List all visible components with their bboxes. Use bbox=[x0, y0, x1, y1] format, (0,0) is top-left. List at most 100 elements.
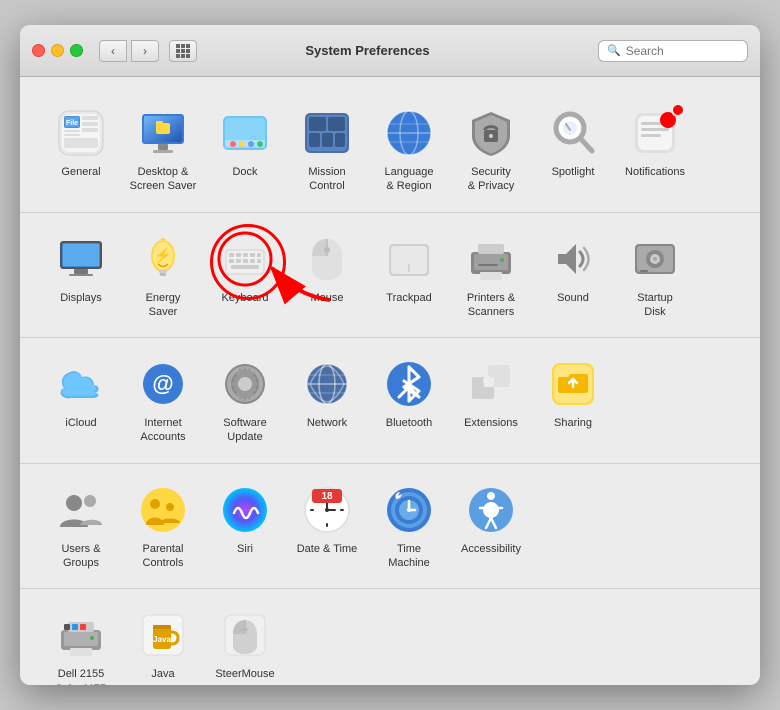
security-privacy-label: Security& Privacy bbox=[468, 165, 514, 194]
steermouse-icon-wrap bbox=[217, 607, 273, 663]
network-label: Network bbox=[307, 416, 347, 430]
pref-parental-controls[interactable]: ParentalControls bbox=[122, 474, 204, 579]
parental-controls-icon-wrap bbox=[135, 482, 191, 538]
pref-users-groups[interactable]: Users &Groups bbox=[40, 474, 122, 579]
trackpad-icon-wrap bbox=[381, 231, 437, 287]
bluetooth-icon-wrap bbox=[381, 356, 437, 412]
pref-dock[interactable]: Dock bbox=[204, 97, 286, 202]
search-input[interactable] bbox=[626, 44, 739, 58]
spotlight-label: Spotlight bbox=[552, 165, 595, 179]
notifications-label: Notifications bbox=[625, 165, 685, 179]
pref-internet-accounts[interactable]: @ InternetAccounts bbox=[122, 348, 204, 453]
general-icon-wrap: File bbox=[53, 105, 109, 161]
accessibility-icon-wrap bbox=[463, 482, 519, 538]
pref-steermouse[interactable]: SteerMouse bbox=[204, 599, 286, 685]
dock-label: Dock bbox=[232, 165, 257, 179]
pref-desktop-screensaver[interactable]: Desktop &Screen Saver bbox=[122, 97, 204, 202]
pref-startup-disk[interactable]: StartupDisk bbox=[614, 223, 696, 328]
spotlight-icon-wrap bbox=[545, 105, 601, 161]
svg-text:File: File bbox=[66, 120, 78, 127]
forward-button[interactable]: › bbox=[131, 40, 159, 62]
security-privacy-icon-wrap bbox=[463, 105, 519, 161]
pref-security-privacy[interactable]: Security& Privacy bbox=[450, 97, 532, 202]
siri-icon-wrap bbox=[217, 482, 273, 538]
keyboard-label: Keyboard bbox=[221, 291, 268, 305]
time-machine-label: TimeMachine bbox=[388, 542, 430, 571]
pref-energy-saver[interactable]: ⚡ EnergySaver bbox=[122, 223, 204, 328]
java-icon-wrap: Java bbox=[135, 607, 191, 663]
pref-siri[interactable]: Siri bbox=[204, 474, 286, 579]
extensions-label: Extensions bbox=[464, 416, 518, 430]
search-box[interactable]: 🔍 bbox=[598, 40, 748, 62]
close-button[interactable] bbox=[32, 44, 45, 57]
sound-icon-wrap bbox=[545, 231, 601, 287]
accessibility-label: Accessibility bbox=[461, 542, 521, 556]
pref-keyboard[interactable]: Keyboard bbox=[204, 223, 286, 328]
sound-label: Sound bbox=[557, 291, 589, 305]
pref-network[interactable]: Network bbox=[286, 348, 368, 453]
section-personal: File General bbox=[20, 87, 760, 213]
pref-language-region[interactable]: Language& Region bbox=[368, 97, 450, 202]
titlebar: ‹ › System Preferences 🔍 bbox=[20, 25, 760, 77]
general-label: General bbox=[61, 165, 100, 179]
sharing-label: Sharing bbox=[554, 416, 592, 430]
pref-spotlight[interactable]: Spotlight bbox=[532, 97, 614, 202]
section-internet: iCloud @ InternetAccounts bbox=[20, 338, 760, 464]
section-other: Dell 2155Color MFP Java Java bbox=[20, 589, 760, 685]
pref-general[interactable]: File General bbox=[40, 97, 122, 202]
pref-printers-scanners[interactable]: Printers &Scanners bbox=[450, 223, 532, 328]
pref-bluetooth[interactable]: Bluetooth bbox=[368, 348, 450, 453]
pref-date-time[interactable]: 18 Date & Time bbox=[286, 474, 368, 579]
window-title: System Preferences bbox=[207, 43, 528, 58]
traffic-lights bbox=[32, 44, 83, 57]
energy-saver-icon-wrap: ⚡ bbox=[135, 231, 191, 287]
pref-mission-control[interactable]: MissionControl bbox=[286, 97, 368, 202]
pref-sharing[interactable]: Sharing bbox=[532, 348, 614, 453]
sharing-icon-wrap bbox=[545, 356, 601, 412]
internet-accounts-icon-wrap: @ bbox=[135, 356, 191, 412]
bluetooth-label: Bluetooth bbox=[386, 416, 432, 430]
pref-java[interactable]: Java Java bbox=[122, 599, 204, 685]
icloud-icon-wrap bbox=[53, 356, 109, 412]
pref-accessibility[interactable]: Accessibility bbox=[450, 474, 532, 579]
grid-icon bbox=[176, 44, 190, 58]
svg-text:18: 18 bbox=[321, 491, 333, 502]
pref-software-update[interactable]: SoftwareUpdate bbox=[204, 348, 286, 453]
users-groups-icon-wrap bbox=[53, 482, 109, 538]
startup-disk-label: StartupDisk bbox=[637, 291, 672, 320]
pref-icloud[interactable]: iCloud bbox=[40, 348, 122, 453]
date-time-label: Date & Time bbox=[297, 542, 358, 556]
keyboard-icon-wrap bbox=[217, 231, 273, 287]
dell-printer-label: Dell 2155Color MFP bbox=[55, 667, 108, 685]
pref-displays[interactable]: Displays bbox=[40, 223, 122, 328]
internet-accounts-label: InternetAccounts bbox=[140, 416, 185, 445]
displays-icon-wrap bbox=[53, 231, 109, 287]
mouse-icon-wrap bbox=[299, 231, 355, 287]
minimize-button[interactable] bbox=[51, 44, 64, 57]
pref-dell-printer[interactable]: Dell 2155Color MFP bbox=[40, 599, 122, 685]
pref-mouse[interactable]: Mouse bbox=[286, 223, 368, 328]
grid-view-button[interactable] bbox=[169, 40, 197, 62]
siri-label: Siri bbox=[237, 542, 253, 556]
date-time-icon-wrap: 18 bbox=[299, 482, 355, 538]
printers-scanners-icon-wrap bbox=[463, 231, 519, 287]
pref-notifications[interactable]: Notifications bbox=[614, 97, 696, 202]
maximize-button[interactable] bbox=[70, 44, 83, 57]
mouse-label: Mouse bbox=[310, 291, 343, 305]
steermouse-label: SteerMouse bbox=[215, 667, 274, 681]
svg-text:⚡: ⚡ bbox=[154, 247, 171, 264]
back-button[interactable]: ‹ bbox=[99, 40, 127, 62]
pref-time-machine[interactable]: TimeMachine bbox=[368, 474, 450, 579]
icloud-label: iCloud bbox=[65, 416, 96, 430]
dell-printer-icon-wrap bbox=[53, 607, 109, 663]
pref-sound[interactable]: Sound bbox=[532, 223, 614, 328]
pref-extensions[interactable]: Extensions bbox=[450, 348, 532, 453]
system-preferences-window: ‹ › System Preferences 🔍 bbox=[20, 25, 760, 685]
search-icon: 🔍 bbox=[607, 44, 621, 57]
pref-trackpad[interactable]: Trackpad bbox=[368, 223, 450, 328]
notifications-icon-wrap bbox=[627, 105, 683, 161]
mission-control-icon-wrap bbox=[299, 105, 355, 161]
software-update-label: SoftwareUpdate bbox=[223, 416, 266, 445]
software-update-icon-wrap bbox=[217, 356, 273, 412]
nav-buttons: ‹ › bbox=[99, 40, 159, 62]
